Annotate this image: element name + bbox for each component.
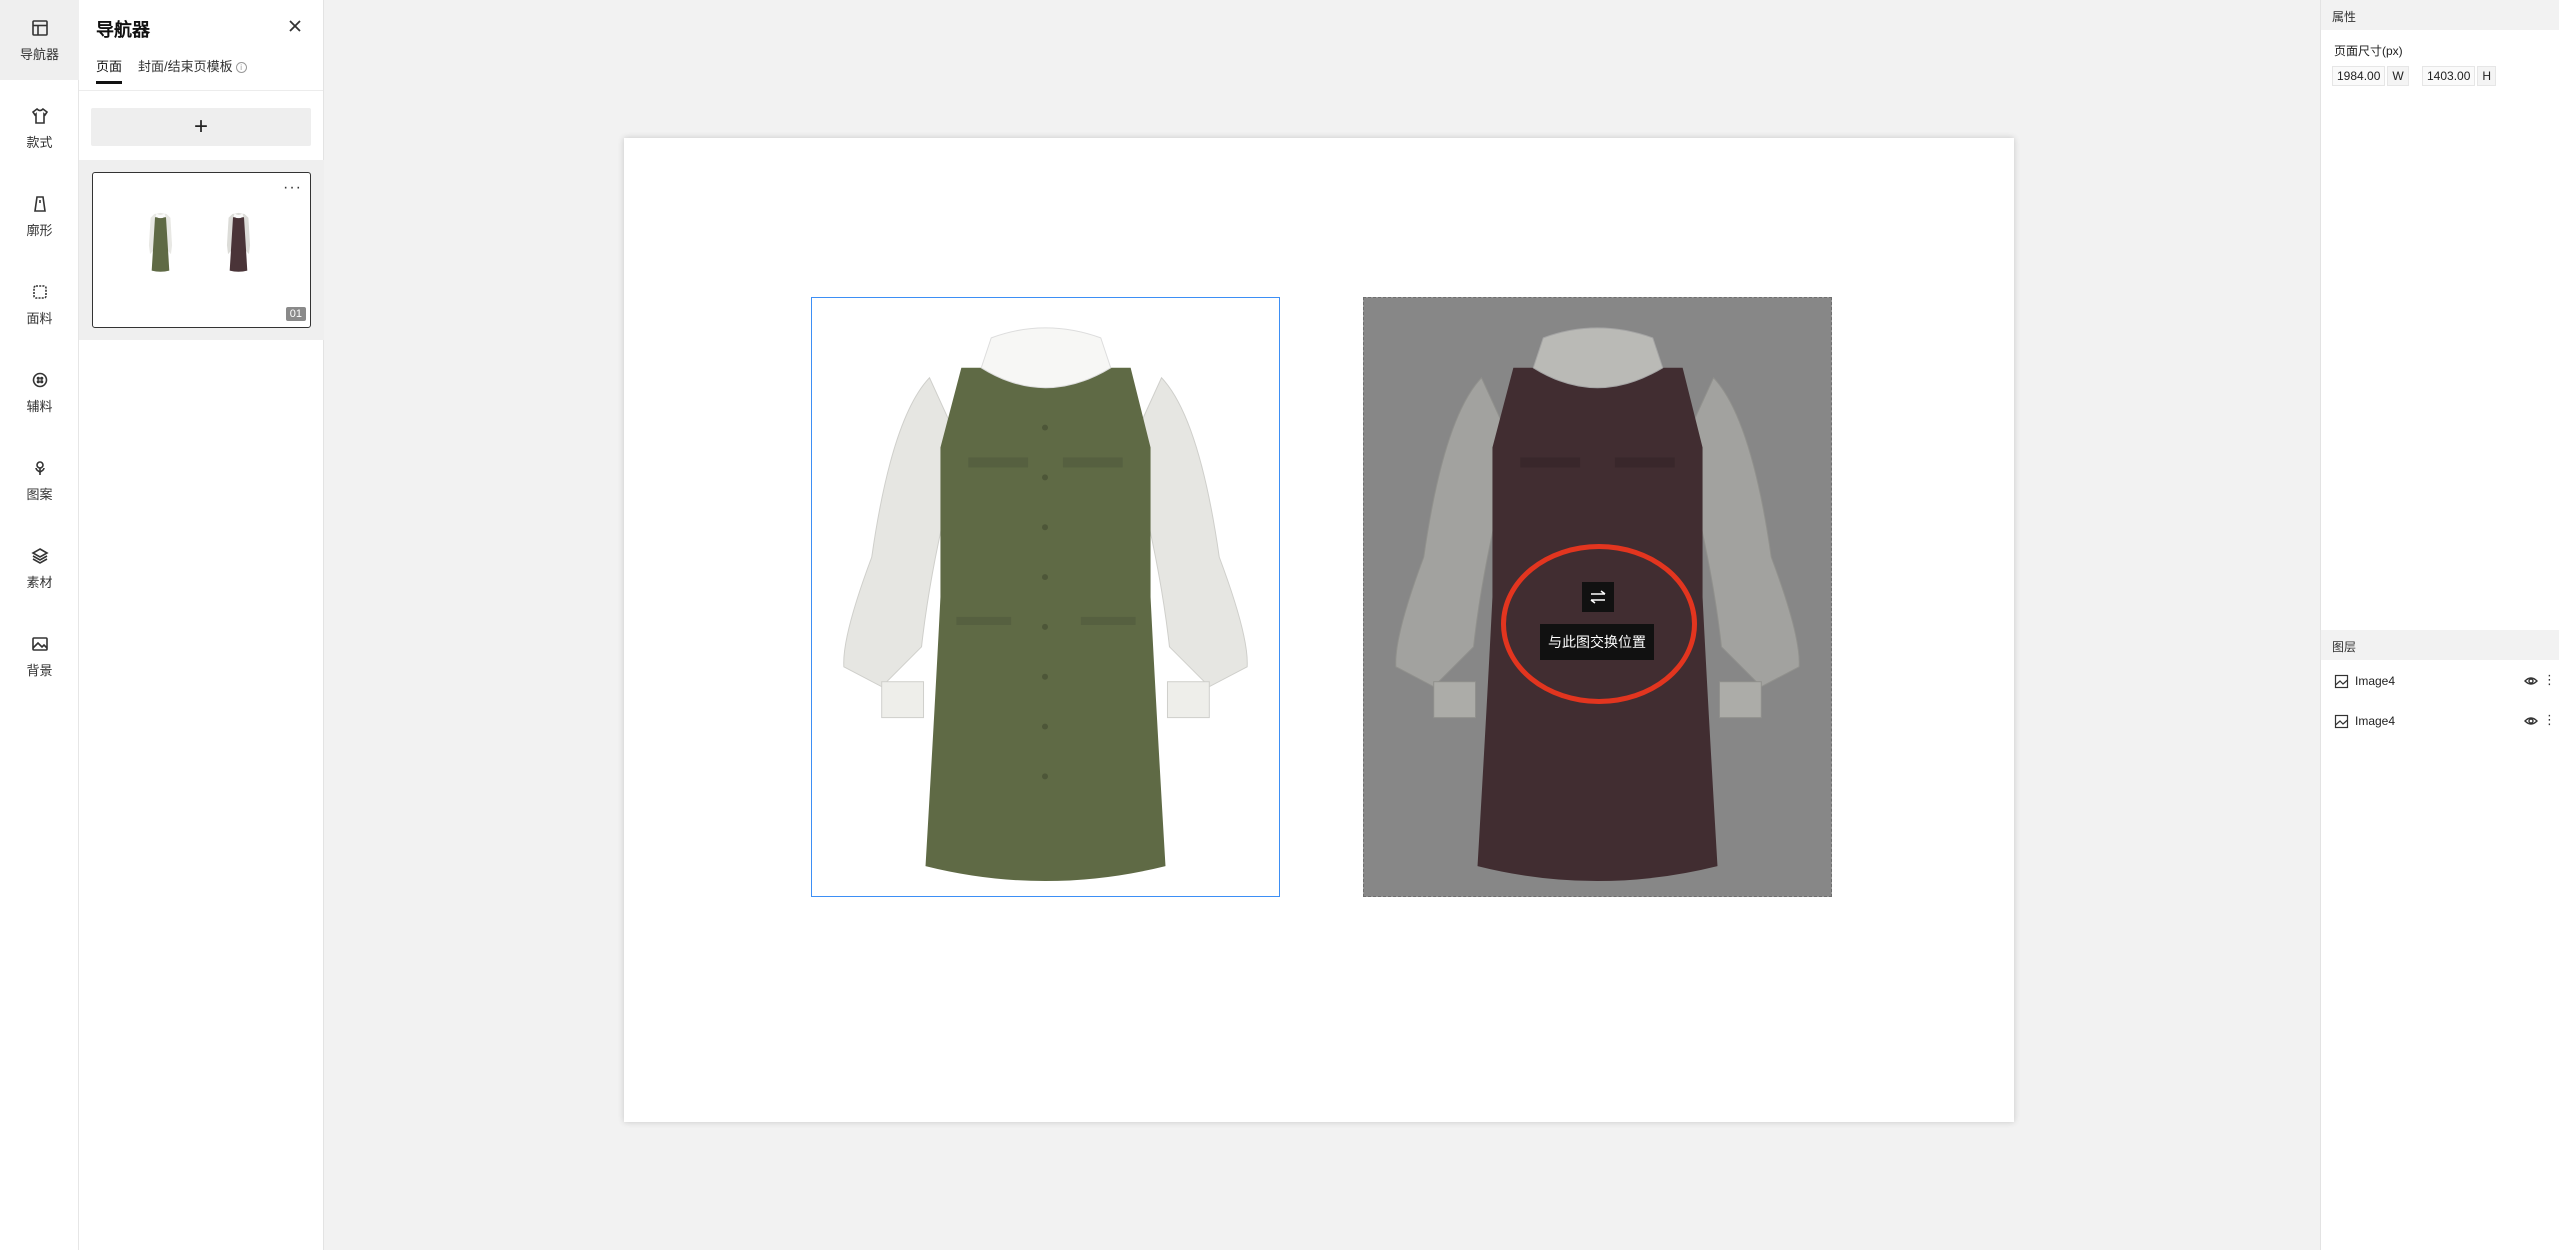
button-icon bbox=[32, 372, 47, 387]
width-unit: W bbox=[2387, 66, 2409, 86]
shirt-icon bbox=[31, 107, 48, 124]
height-input[interactable]: 1403.00 bbox=[2422, 66, 2476, 86]
rail-label: 图案 bbox=[26, 486, 53, 502]
dress-illustration bbox=[843, 327, 1248, 882]
properties-panel: 属性 页面尺寸(px) 1984.00 W 1403.00 H 图层 Image… bbox=[2320, 0, 2559, 1250]
highlight-annotation bbox=[1501, 544, 1697, 704]
image-icon bbox=[2334, 674, 2349, 689]
layer-item[interactable]: Image4 ⋮ bbox=[2321, 707, 2559, 735]
page-size-label: 页面尺寸(px) bbox=[2334, 44, 2403, 58]
close-icon bbox=[289, 20, 301, 32]
rail-fabric[interactable]: 面料 bbox=[0, 264, 79, 344]
page-number-badge: 01 bbox=[285, 307, 306, 321]
layout-icon bbox=[31, 19, 48, 36]
info-icon[interactable]: i bbox=[235, 62, 247, 73]
fabric-icon bbox=[32, 284, 47, 299]
rail-label: 导航器 bbox=[19, 46, 59, 62]
panel-title: 导航器 bbox=[96, 20, 150, 40]
height-field: 1403.00 H bbox=[2422, 66, 2497, 86]
more-options-icon[interactable]: ··· bbox=[283, 179, 302, 197]
tab-label: 封面/结束页模板 bbox=[138, 59, 233, 74]
rail-navigator[interactable]: 导航器 bbox=[0, 0, 79, 80]
page-list-item: ··· 01 bbox=[79, 160, 324, 340]
rail-label: 素材 bbox=[26, 574, 53, 590]
rail-materials[interactable]: 素材 bbox=[0, 528, 79, 608]
navigator-tabs: 页面 封面/结束页模板 i bbox=[96, 56, 247, 84]
close-button[interactable] bbox=[285, 16, 305, 36]
more-options-icon[interactable]: ⋮ bbox=[2543, 672, 2556, 688]
width-input[interactable]: 1984.00 bbox=[2332, 66, 2386, 86]
canvas-page[interactable]: 与此图交换位置 bbox=[624, 138, 2014, 1122]
tab-label: 页面 bbox=[96, 59, 123, 74]
properties-header: 属性 bbox=[2321, 0, 2559, 30]
image-icon bbox=[31, 636, 48, 651]
rail-label: 面料 bbox=[26, 310, 53, 326]
flower-icon bbox=[34, 460, 45, 475]
layer-item[interactable]: Image4 ⋮ bbox=[2321, 667, 2559, 695]
left-tool-rail: 导航器 款式 廓形 面料 辅料 图案 素材 背景 bbox=[0, 0, 79, 1250]
add-page-button[interactable]: + bbox=[91, 108, 311, 146]
silhouette-icon bbox=[33, 195, 46, 212]
divider bbox=[79, 90, 323, 91]
more-options-icon[interactable]: ⋮ bbox=[2543, 712, 2556, 728]
rail-label: 背景 bbox=[26, 662, 53, 678]
rail-style[interactable]: 款式 bbox=[0, 88, 79, 168]
rail-background[interactable]: 背景 bbox=[0, 616, 79, 696]
image-icon bbox=[2334, 714, 2349, 729]
layer-name: Image4 bbox=[2355, 674, 2396, 688]
height-unit: H bbox=[2477, 66, 2497, 86]
layers-header: 图层 bbox=[2321, 630, 2559, 660]
rail-label: 款式 bbox=[26, 134, 53, 150]
page-thumbnail[interactable]: ··· 01 bbox=[92, 172, 311, 328]
visibility-icon[interactable] bbox=[2524, 674, 2538, 688]
navigator-panel: 导航器 页面 封面/结束页模板 i + ··· 01 bbox=[79, 0, 324, 1250]
rail-label: 廓形 bbox=[26, 222, 53, 238]
rail-pattern[interactable]: 图案 bbox=[0, 440, 79, 520]
layers-icon bbox=[30, 547, 49, 564]
dress-image-right[interactable]: 与此图交换位置 bbox=[1363, 297, 1832, 897]
thumbnail-preview bbox=[148, 212, 251, 272]
tab-cover-templates[interactable]: 封面/结束页模板 i bbox=[138, 56, 247, 84]
dress-image-left[interactable] bbox=[811, 297, 1280, 897]
visibility-icon[interactable] bbox=[2524, 714, 2538, 728]
rail-label: 辅料 bbox=[26, 398, 53, 414]
rail-trims[interactable]: 辅料 bbox=[0, 352, 79, 432]
width-field: 1984.00 W bbox=[2332, 66, 2409, 86]
tab-pages[interactable]: 页面 bbox=[96, 56, 123, 84]
layer-name: Image4 bbox=[2355, 714, 2396, 728]
rail-silhouette[interactable]: 廓形 bbox=[0, 176, 79, 256]
